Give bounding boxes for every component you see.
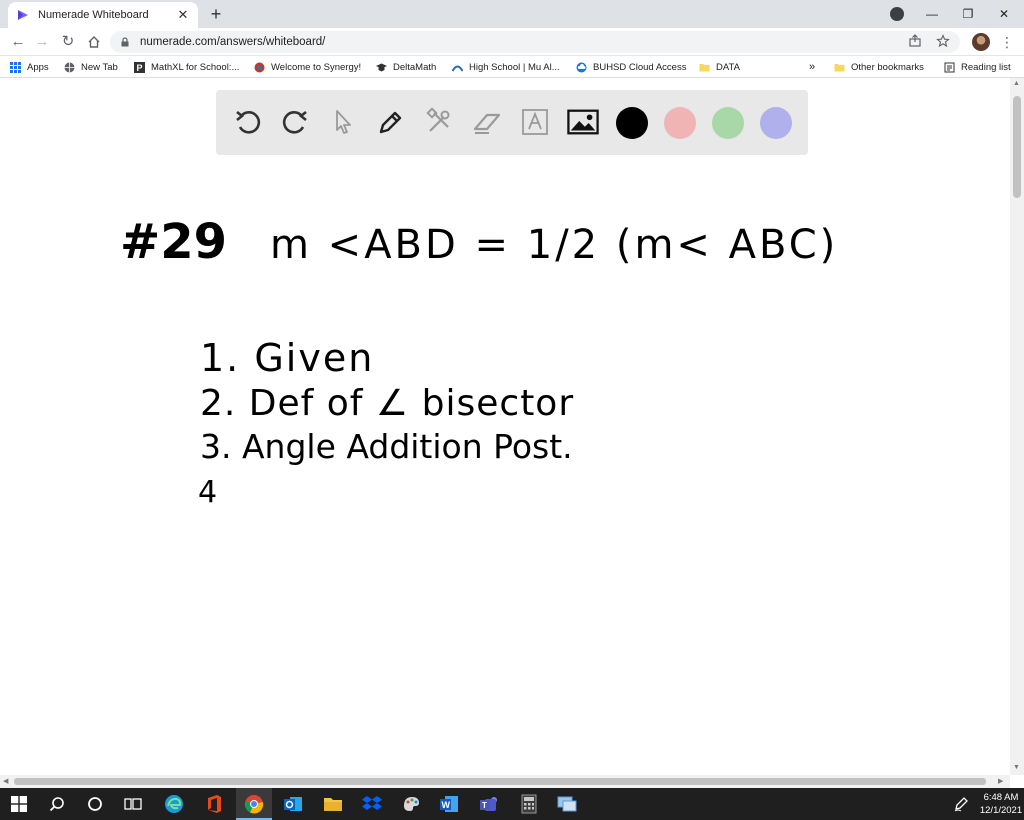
tab-search-icon[interactable] (890, 7, 904, 21)
bookmarks-bar: Apps New Tab P MathXL for School:... Wel… (0, 56, 1024, 78)
taskbar-clock[interactable]: 6:48 AM 12/1/2021 (978, 791, 1024, 817)
bookmarks-overflow-button[interactable]: » (809, 60, 815, 74)
bookmark-label: Other bookmarks (851, 61, 924, 73)
bookmark-label: DeltaMath (393, 61, 437, 73)
cortana-icon[interactable] (84, 793, 106, 815)
synergy-icon (254, 62, 265, 72)
clock-time: 6:48 AM (983, 792, 1019, 803)
new-tab-button[interactable]: + (206, 4, 226, 24)
address-bar[interactable]: numerade.com/answers/whiteboard/ (110, 31, 960, 53)
tab-title: Numerade Whiteboard (38, 9, 149, 21)
proof-step-1: 1. Given (200, 336, 374, 380)
bookmark-mathxl[interactable]: P MathXL for School:... (134, 60, 239, 74)
cloud-icon (576, 62, 587, 72)
tab-strip: Numerade Whiteboard ✕ + — ❐ ✕ (0, 0, 1024, 28)
bookmark-buhsd[interactable]: BUHSD Cloud Access (576, 60, 686, 74)
scroll-left-icon[interactable]: ◀ (3, 777, 8, 785)
outlook-icon[interactable] (282, 793, 304, 815)
pearson-p-icon: P (134, 61, 145, 73)
file-explorer-icon[interactable] (322, 793, 344, 815)
reading-list-icon (944, 62, 955, 72)
proof-step-4: 4 (198, 475, 217, 510)
close-window-button[interactable]: ✕ (986, 0, 1022, 28)
windows-taskbar: W T 6:48 AM 12/1/2021 (0, 788, 1024, 820)
bookmark-deltamath[interactable]: DeltaMath (376, 60, 436, 74)
folder-icon (699, 63, 710, 71)
bookmark-label: Welcome to Synergy! (271, 61, 362, 73)
folder-icon (834, 63, 845, 71)
bookmark-label: BUHSD Cloud Access (593, 61, 687, 73)
vertical-scroll-thumb[interactable] (1013, 96, 1021, 198)
clock-date: 12/1/2021 (979, 805, 1023, 816)
restore-button[interactable]: ❐ (950, 0, 986, 28)
dropbox-icon[interactable] (361, 793, 383, 815)
browser-toolbar: ← → ↻ numerade.com/answers/whiteboard/ ⋮ (0, 28, 1024, 56)
bookmark-label: New Tab (81, 61, 118, 73)
remote-desktop-icon[interactable] (556, 793, 578, 815)
handwritten-content: #29 m <ABD = 1/2 (m< ABC) 1. Given 2. De… (120, 214, 838, 510)
edge-icon[interactable] (163, 793, 185, 815)
bookmark-data-folder[interactable]: DATA (699, 60, 740, 74)
proof-step-3: 3. Angle Addition Post. (200, 427, 573, 466)
whiteboard-canvas[interactable]: #29 m <ABD = 1/2 (m< ABC) 1. Given 2. De… (0, 78, 1010, 775)
bookmark-label: Reading list (961, 61, 1011, 73)
lock-icon (121, 37, 129, 47)
horizontal-scrollbar[interactable]: ◀ ▶ (0, 775, 1010, 788)
teams-icon[interactable]: T (478, 793, 500, 815)
forward-icon[interactable]: → (32, 32, 52, 52)
horizontal-scroll-thumb[interactable] (14, 778, 986, 785)
word-icon[interactable]: W (438, 793, 460, 815)
svg-text:T: T (482, 801, 487, 810)
bookmark-new-tab[interactable]: New Tab (64, 60, 118, 74)
task-view-icon[interactable] (122, 793, 144, 815)
scroll-right-icon[interactable]: ▶ (998, 777, 1003, 785)
bookmark-label: MathXL for School:... (151, 61, 240, 73)
home-icon[interactable] (84, 32, 104, 52)
calculator-icon[interactable] (518, 793, 540, 815)
back-icon[interactable]: ← (8, 32, 28, 52)
profile-avatar[interactable] (972, 33, 990, 51)
bookmark-synergy[interactable]: Welcome to Synergy! (254, 60, 361, 74)
problem-number: #29 (120, 214, 227, 270)
svg-text:P: P (137, 63, 143, 73)
office-icon[interactable] (203, 793, 225, 815)
tab-close-icon[interactable]: ✕ (176, 8, 190, 22)
share-icon[interactable] (908, 34, 922, 48)
menu-kebab-icon[interactable]: ⋮ (1000, 32, 1014, 52)
scroll-up-icon[interactable]: ▲ (1013, 80, 1020, 87)
reading-list-button[interactable]: Reading list (944, 60, 1011, 74)
windows-start-icon[interactable] (8, 793, 30, 815)
chrome-icon[interactable] (243, 793, 265, 815)
scroll-down-icon[interactable]: ▼ (1013, 764, 1020, 771)
numerade-favicon-icon (18, 10, 28, 20)
apps-grid-icon (10, 61, 21, 73)
minimize-button[interactable]: — (914, 0, 950, 28)
pen-workspace-icon[interactable] (950, 793, 972, 815)
bookmark-apps[interactable]: Apps (10, 60, 49, 74)
proof-step-2: 2. Def of ∠ bisector (200, 383, 574, 424)
svg-text:W: W (442, 800, 451, 810)
tab-numerade-whiteboard[interactable]: Numerade Whiteboard ✕ (8, 2, 198, 28)
problem-statement: m <ABD = 1/2 (m< ABC) (270, 222, 838, 268)
bookmark-label: High School | Mu Al... (469, 61, 560, 73)
bookmark-high-school[interactable]: High School | Mu Al... (452, 60, 560, 74)
bookmark-other[interactable]: Other bookmarks (834, 60, 924, 74)
search-icon[interactable] (46, 793, 68, 815)
arc-icon (452, 65, 463, 72)
bookmark-star-icon[interactable] (936, 34, 950, 48)
browser-window: Numerade Whiteboard ✕ + — ❐ ✕ ← → ↻ nume… (0, 0, 1024, 820)
bookmark-label: DATA (716, 61, 740, 73)
vertical-scrollbar[interactable]: ▲ ▼ (1010, 78, 1024, 775)
reload-icon[interactable]: ↻ (58, 32, 78, 52)
graduation-cap-icon (376, 63, 387, 71)
url-text: numerade.com/answers/whiteboard/ (140, 36, 326, 48)
paint-icon[interactable] (400, 793, 422, 815)
globe-icon (64, 62, 75, 72)
bookmark-label: Apps (27, 61, 49, 73)
